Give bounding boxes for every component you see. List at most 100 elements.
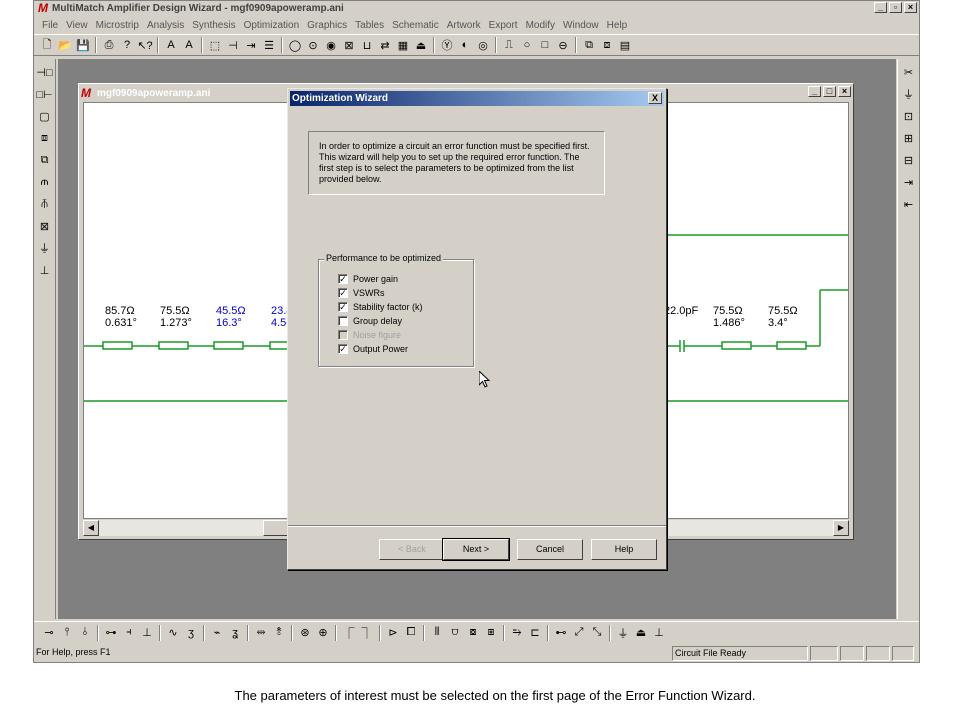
menu-window[interactable]: Window xyxy=(559,20,603,31)
checkbox[interactable]: ✓ xyxy=(338,288,348,298)
plus-box-icon[interactable]: ⊞ xyxy=(900,129,918,147)
option-group-delay[interactable]: Group delay xyxy=(338,315,402,327)
variable-res-icon[interactable]: ⤡ xyxy=(588,624,606,642)
back-button[interactable]: < Back xyxy=(379,539,445,560)
square-icon[interactable]: □ xyxy=(536,36,554,54)
minus-circle-icon[interactable]: ⊖ xyxy=(554,36,572,54)
menu-microstrip[interactable]: Microstrip xyxy=(92,20,143,31)
text-tool-icon[interactable]: A xyxy=(162,36,180,54)
menu-file[interactable]: File xyxy=(38,20,62,31)
resistor-icon[interactable]: ⊶ xyxy=(102,624,120,642)
box-element-icon[interactable]: ▢ xyxy=(36,107,54,125)
menu-tables[interactable]: Tables xyxy=(351,20,388,31)
cir-element-icon[interactable]: ⧈ xyxy=(36,129,54,147)
help-icon[interactable]: ? xyxy=(118,36,136,54)
cross-box-icon[interactable]: ⊠ xyxy=(36,217,54,235)
transistor-icon[interactable]: ⊛ xyxy=(296,624,314,642)
transformer-icon[interactable]: ⥈ xyxy=(252,624,270,642)
variable-cap-icon[interactable]: ⤢ xyxy=(570,624,588,642)
checkbox[interactable] xyxy=(338,316,348,326)
menu-view[interactable]: View xyxy=(62,20,92,31)
ground-node-icon[interactable]: ⏚ xyxy=(614,624,632,642)
filter-icon[interactable]: ⫴ xyxy=(428,624,446,642)
ground-plane-icon[interactable]: ⏚ xyxy=(900,85,918,103)
restore-button[interactable]: ▫ xyxy=(889,2,902,13)
rl-series-icon[interactable]: ⌁ xyxy=(208,624,226,642)
bias-network-icon[interactable]: ⏋ xyxy=(358,624,376,642)
menu-synthesis[interactable]: Synthesis xyxy=(188,20,239,31)
capacitor-icon[interactable]: ⫞ xyxy=(120,624,138,642)
cut-icon[interactable]: ✂ xyxy=(900,63,918,81)
amp-icon[interactable]: ⊳ xyxy=(384,624,402,642)
block-icon[interactable]: ⧇ xyxy=(464,624,482,642)
smith-icon[interactable]: ◐ xyxy=(456,36,474,54)
load-port-icon[interactable]: □⊢ xyxy=(36,85,54,103)
cancel-button[interactable]: Cancel xyxy=(517,539,583,560)
document-maximize-button[interactable]: □ xyxy=(823,86,836,97)
text-edit-icon[interactable]: A xyxy=(180,36,198,54)
option-stability-factor-k[interactable]: ✓ Stability factor (k) xyxy=(338,301,423,313)
open-stub-icon[interactable]: ⫯ xyxy=(58,624,76,642)
target-icon[interactable]: ◎ xyxy=(474,36,492,54)
rl-shunt-icon[interactable]: ʓ xyxy=(226,624,244,642)
box-cross-icon[interactable]: ⊠ xyxy=(340,36,358,54)
node-icon[interactable]: ⊷ xyxy=(552,624,570,642)
tee-icon[interactable]: ⊥ xyxy=(36,261,54,279)
checkbox[interactable]: ✓ xyxy=(338,302,348,312)
open-folder-icon[interactable]: 📂 xyxy=(56,36,74,54)
next-button[interactable]: Next > xyxy=(442,538,510,561)
scroll-right-icon[interactable]: ▶ xyxy=(833,520,849,536)
connector-icon[interactable]: ⊔ xyxy=(358,36,376,54)
menu-graphics[interactable]: Graphics xyxy=(303,20,351,31)
tuning-icon[interactable]: ⊏ xyxy=(526,624,544,642)
checkbox[interactable]: ✓ xyxy=(338,274,348,284)
shunt-capacitor-icon[interactable]: ⊥ xyxy=(138,624,156,642)
shunt-inductor-icon[interactable]: ʒ xyxy=(182,624,200,642)
coupled-icon[interactable]: ⥉ xyxy=(270,624,288,642)
two-port-icon[interactable]: ⧠ xyxy=(402,624,420,642)
checkbox[interactable]: ✓ xyxy=(338,344,348,354)
circle-mark-icon[interactable]: ⊙ xyxy=(304,36,322,54)
oval-icon[interactable]: ◯ xyxy=(286,36,304,54)
circle-dot-icon[interactable]: ◉ xyxy=(322,36,340,54)
dialog-close-icon[interactable]: X xyxy=(648,92,662,104)
inductor-icon[interactable]: ∿ xyxy=(164,624,182,642)
menu-analysis[interactable]: Analysis xyxy=(143,20,188,31)
oh-element-icon[interactable]: ⫚ xyxy=(36,195,54,213)
cil-element-icon[interactable]: ⧉ xyxy=(36,151,54,169)
source-port-icon[interactable]: ⊣□ xyxy=(36,63,54,81)
menu-artwork[interactable]: Artwork xyxy=(443,20,485,31)
help-button[interactable]: Help xyxy=(591,539,657,560)
menu-schematic[interactable]: Schematic xyxy=(388,20,443,31)
port-tool-icon[interactable]: ⊣ xyxy=(224,36,242,54)
menu-help[interactable]: Help xyxy=(603,20,632,31)
variable-icon[interactable]: ⥱ xyxy=(508,624,526,642)
frame-select-icon[interactable]: ⬚ xyxy=(206,36,224,54)
sh-element-icon[interactable]: ⫙ xyxy=(36,173,54,191)
menu-optimization[interactable]: Optimization xyxy=(240,20,304,31)
context-help-icon[interactable]: ↖? xyxy=(136,36,154,54)
paste-layout-icon[interactable]: ⧈ xyxy=(598,36,616,54)
option-output-power[interactable]: ✓ Output Power xyxy=(338,343,408,355)
save-icon[interactable]: 💾 xyxy=(74,36,92,54)
y-param-icon[interactable]: Ⓨ xyxy=(438,36,456,54)
ground-icon[interactable]: ⏚ xyxy=(36,239,54,257)
layers-icon[interactable]: ▤ xyxy=(616,36,634,54)
series-line-icon[interactable]: ⊸ xyxy=(40,624,58,642)
scroll-left-icon[interactable]: ◀ xyxy=(83,520,99,536)
menu-modify[interactable]: Modify xyxy=(522,20,559,31)
swap-icon[interactable]: ⇄ xyxy=(376,36,394,54)
new-file-icon[interactable]: 🗋 xyxy=(38,36,56,54)
pulse-icon[interactable]: ⎍ xyxy=(500,36,518,54)
point-box-icon[interactable]: ⊡ xyxy=(900,107,918,125)
fet-icon[interactable]: ⊕ xyxy=(314,624,332,642)
grid-icon[interactable]: ▦ xyxy=(394,36,412,54)
menu-export[interactable]: Export xyxy=(485,20,522,31)
copy-layout-icon[interactable]: ⧉ xyxy=(580,36,598,54)
circle-icon[interactable]: ○ xyxy=(518,36,536,54)
arrow-in-icon[interactable]: ⇥ xyxy=(900,173,918,191)
arrow-out-icon[interactable]: ⇤ xyxy=(900,195,918,213)
via-icon[interactable]: ⏏ xyxy=(632,624,650,642)
minimize-button[interactable]: _ xyxy=(874,2,887,13)
tag-icon[interactable]: ⏏ xyxy=(412,36,430,54)
